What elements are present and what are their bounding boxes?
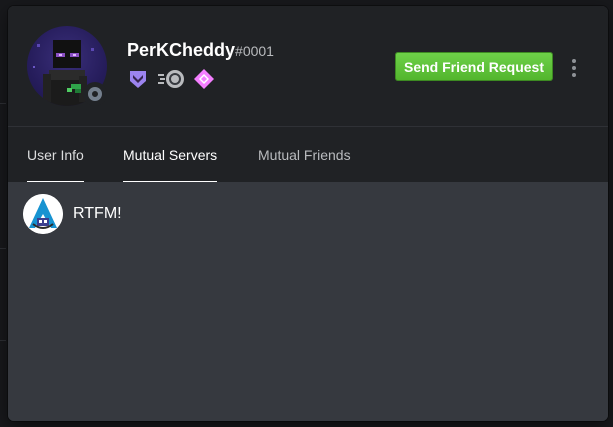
server-name: RTFM! xyxy=(73,205,122,222)
backdrop-divider xyxy=(0,340,6,341)
tab-user-info[interactable]: User Info xyxy=(27,147,84,183)
tab-mutual-friends-label: Mutual Friends xyxy=(258,147,351,163)
tab-user-info-label: User Info xyxy=(27,147,84,163)
avatar[interactable] xyxy=(27,26,107,106)
more-options-icon[interactable] xyxy=(566,56,582,80)
nitro-boost-icon[interactable] xyxy=(157,68,185,90)
list-item[interactable]: RTFM! xyxy=(23,194,122,234)
status-indicator xyxy=(83,82,107,106)
mutual-servers-list: RTFM! xyxy=(8,182,608,421)
tab-mutual-servers[interactable]: Mutual Servers xyxy=(123,147,218,183)
user-profile-modal: PerKCheddy#0001 Send Friend Request User… xyxy=(8,6,608,421)
server-icon xyxy=(23,194,63,234)
tab-mutual-friends[interactable]: Mutual Friends xyxy=(258,147,351,183)
profile-tab-bar: User Info Mutual Servers Mutual Friends xyxy=(8,126,608,183)
user-tag: PerKCheddy#0001 xyxy=(127,40,274,60)
tab-mutual-servers-label: Mutual Servers xyxy=(123,147,218,163)
discriminator: #0001 xyxy=(235,43,274,59)
badge-list xyxy=(127,68,215,90)
nitro-gem-icon[interactable] xyxy=(193,68,215,90)
backdrop-divider xyxy=(0,248,6,249)
username: PerKCheddy xyxy=(127,40,236,60)
backdrop-divider xyxy=(0,103,6,104)
offline-status-icon xyxy=(88,87,102,101)
profile-header: PerKCheddy#0001 Send Friend Request xyxy=(8,6,608,126)
arch-logo-icon xyxy=(23,194,63,234)
hypesquad-icon[interactable] xyxy=(127,68,149,90)
send-friend-request-button[interactable]: Send Friend Request xyxy=(395,52,553,81)
